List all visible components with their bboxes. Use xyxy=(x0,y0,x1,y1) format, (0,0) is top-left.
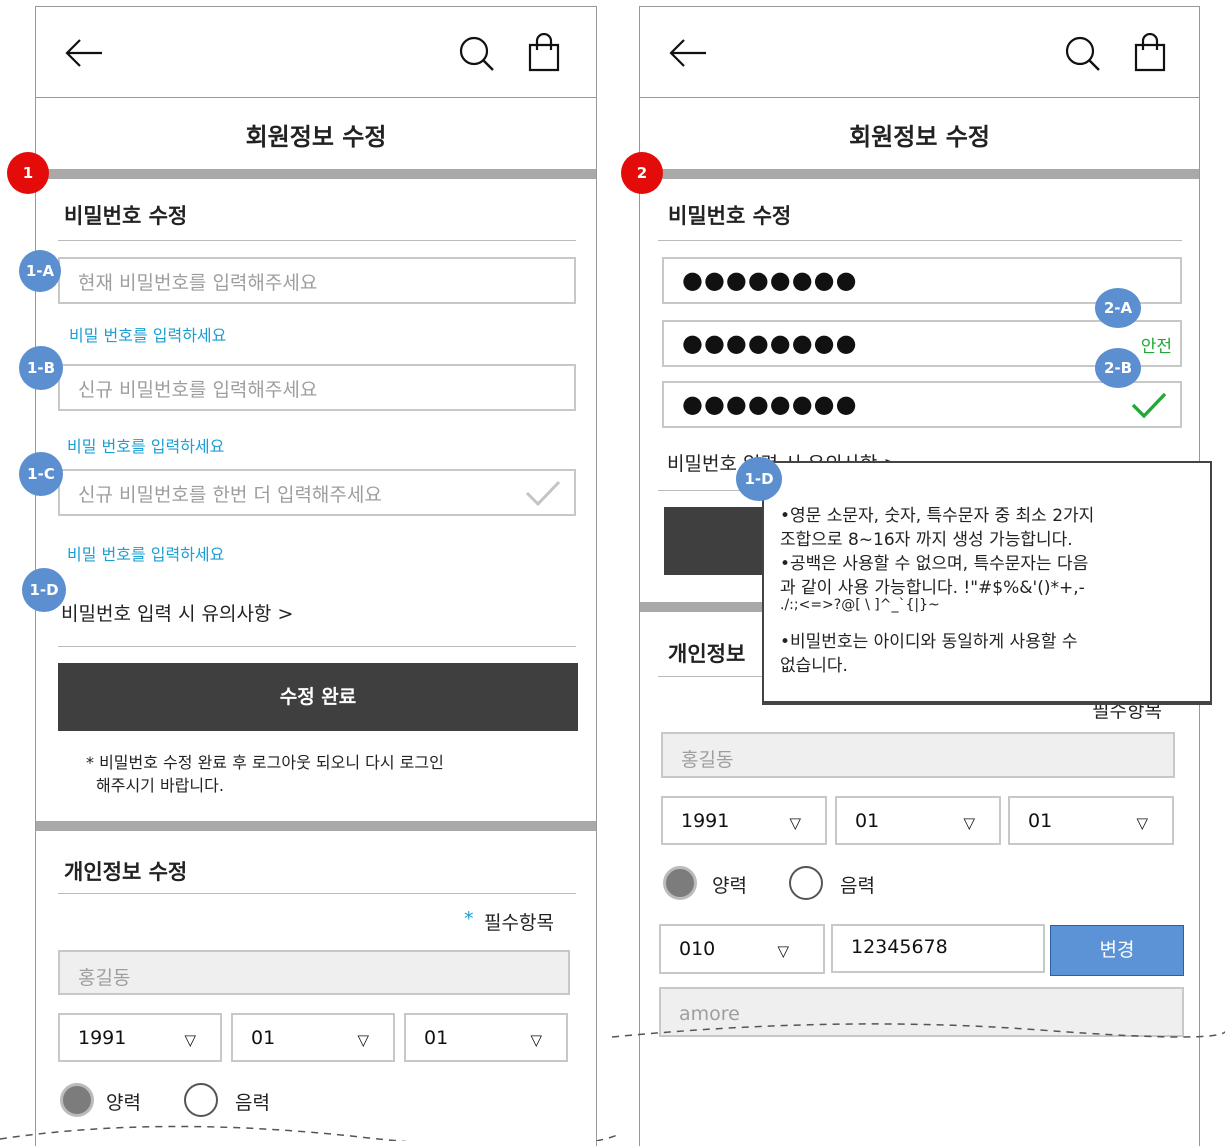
torn-edge-lines xyxy=(0,1023,1225,1141)
